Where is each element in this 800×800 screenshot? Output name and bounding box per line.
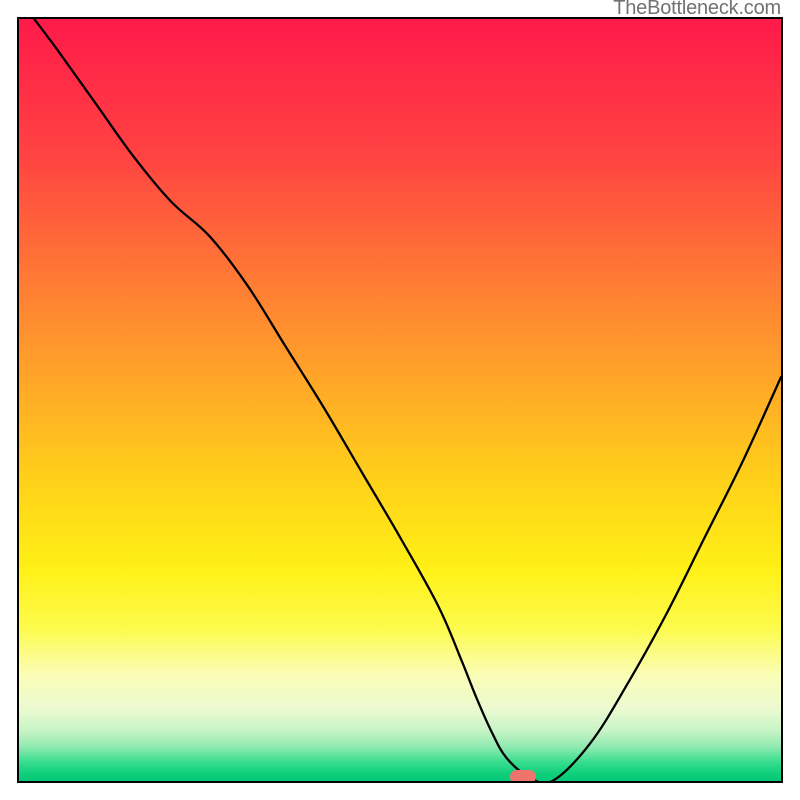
chart-container: TheBottleneck.com [0,0,800,800]
plot-area [17,17,783,783]
optimal-marker [510,770,536,783]
gradient-background [19,19,781,781]
